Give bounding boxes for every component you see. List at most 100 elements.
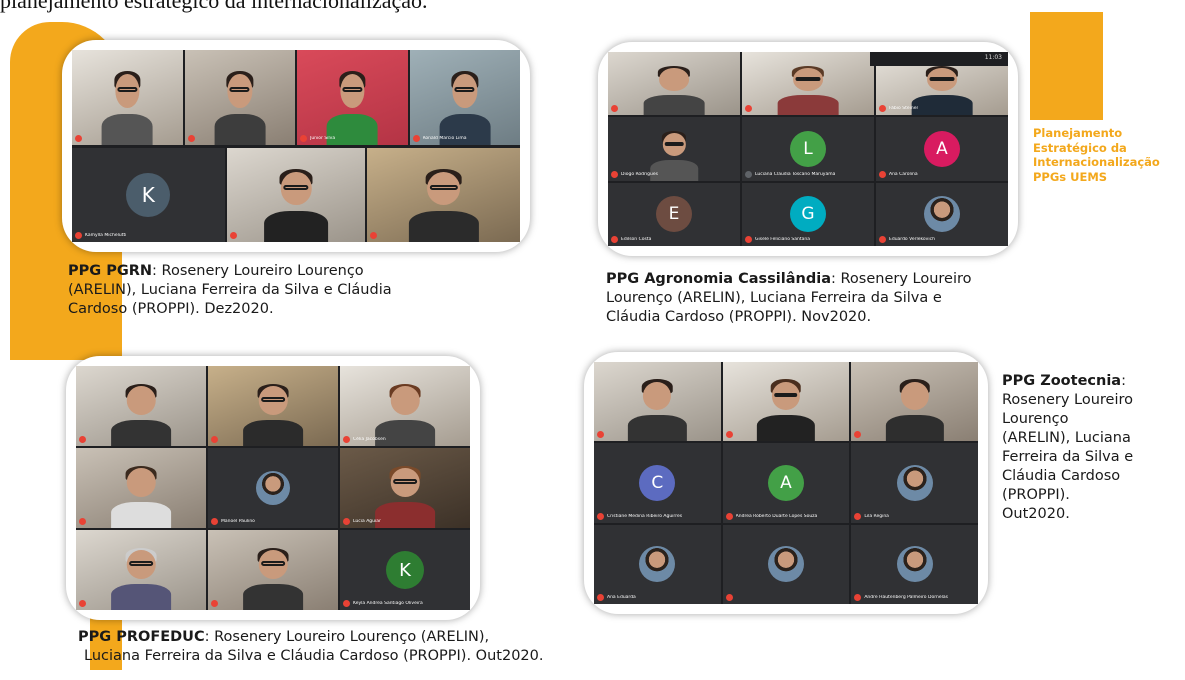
mic-off-icon <box>854 594 862 601</box>
mic-off-icon <box>79 600 86 607</box>
participant-tile[interactable]: Manoel Paulino <box>208 448 338 528</box>
participant-tile[interactable]: A Andrea Roberto Duarte Lopes Souza <box>722 443 850 523</box>
participant-video <box>439 70 491 145</box>
caption-text: Cláudia Cardoso (PROPPI). Nov2020. <box>606 309 872 325</box>
participant-tile[interactable]: L Luciana Claudia Toscano Maruyama <box>742 117 874 181</box>
participant-tile[interactable]: K Keyla Andrea Santiago Oliveira <box>340 530 470 610</box>
caption-title: PPG Agronomia Cassilândia <box>606 271 831 287</box>
participant-tile[interactable] <box>76 366 206 446</box>
mic-off-icon <box>879 105 886 113</box>
mic-off-icon <box>412 135 420 142</box>
participant-tile[interactable] <box>226 148 366 242</box>
participant-tile[interactable] <box>184 50 295 145</box>
participant-name: Gisele Feliciano Santana <box>755 236 811 242</box>
participant-video <box>628 379 687 442</box>
participant-tile[interactable] <box>722 524 850 604</box>
participant-tile[interactable]: E Edilson Costa <box>608 182 740 246</box>
meeting-screenshot-zootecnia: C Cristiane Medina Ribeiro Aguirres A An… <box>584 352 988 614</box>
mic-off-icon <box>597 594 604 601</box>
participant-avatar: A <box>767 464 804 501</box>
mic-off-icon <box>79 518 86 525</box>
participant-name: Diogo Rodrigues <box>621 171 658 177</box>
mic-off-icon <box>75 135 82 142</box>
participant-photo <box>924 196 960 233</box>
participant-photo <box>896 464 933 501</box>
participant-tile[interactable]: Ana Eduarda <box>594 524 721 604</box>
caption-text: (PROPPI). <box>1002 487 1070 503</box>
participant-tile[interactable]: C Cristiane Medina Ribeiro Aguirres <box>594 443 721 523</box>
caption-text: : Rosenery Loureiro <box>830 271 972 287</box>
mic-off-icon <box>725 431 733 439</box>
orange-decor-square <box>1030 12 1103 120</box>
participant-avatar: K <box>126 173 171 217</box>
caption-text: Rosenery Loureiro <box>1002 392 1134 408</box>
participant-video <box>111 465 171 528</box>
mic-off-icon <box>745 105 752 113</box>
participant-avatar: K <box>386 551 424 589</box>
participant-name: Manoel Paulino <box>221 519 255 524</box>
participant-tile[interactable]: Junior Silva <box>297 50 408 145</box>
caption-text: Out2020. <box>1002 506 1070 522</box>
participant-name: Andre Hautenberg Palmeiro Dornelas <box>864 595 948 600</box>
participant-tile[interactable] <box>742 52 874 116</box>
participant-name: Andrea Roberto Duarte Lopes Souza <box>735 513 818 519</box>
participant-tile[interactable] <box>72 50 183 145</box>
mic-off-icon <box>229 232 237 239</box>
brand-line: PPGs UEMS <box>1033 169 1108 184</box>
participant-tile[interactable] <box>608 52 740 116</box>
participant-tile[interactable] <box>76 530 206 610</box>
participant-tile[interactable] <box>208 530 338 610</box>
mic-off-icon <box>75 232 82 239</box>
meeting-screenshot-pgrn: Junior Silva Ronald Marcio Lima K Kamyll… <box>62 40 530 252</box>
participant-tile[interactable] <box>367 148 520 242</box>
participant-tile[interactable] <box>208 366 338 446</box>
caption-text: : Rosenery Loureiro Lourenço <box>152 263 364 279</box>
participant-tile[interactable]: Andre Hautenberg Palmeiro Dornelas <box>851 524 978 604</box>
mic-off-icon <box>611 235 618 243</box>
mic-off-icon <box>187 135 195 142</box>
participant-avatar: A <box>924 130 960 167</box>
phone-status-bar: 11:03 <box>870 52 1008 66</box>
brand-line: Estratégico da <box>1033 140 1127 155</box>
participant-video <box>101 70 153 145</box>
caption-text: : Rosenery Loureiro Lourenço (ARELIN), <box>204 629 490 645</box>
caption-text: Ferreira da Silva e <box>1002 449 1134 465</box>
participant-video <box>326 70 378 145</box>
caption-text: Cardoso (PROPPI). Dez2020. <box>68 301 274 317</box>
mic-off-icon <box>611 170 618 178</box>
mic-off-icon <box>300 135 307 142</box>
participant-tile[interactable] <box>594 362 721 442</box>
participant-tile[interactable]: Lúcia Aguiar <box>340 448 470 528</box>
participant-video <box>408 168 479 242</box>
participant-tile[interactable] <box>722 362 850 442</box>
participant-photo <box>896 546 933 583</box>
participant-avatar: E <box>656 196 692 233</box>
participant-tile[interactable] <box>851 362 978 442</box>
mic-off-icon <box>211 436 218 443</box>
participant-video <box>643 65 705 116</box>
caption-text: (ARELIN), Luciana Ferreira da Silva e Cl… <box>68 282 392 298</box>
participant-tile[interactable] <box>76 448 206 528</box>
participant-tile[interactable]: Lila Regina <box>851 443 978 523</box>
participant-photo <box>767 546 804 583</box>
participant-tile[interactable]: Célia Jacobsen <box>340 366 470 446</box>
participant-name: Célia Jacobsen <box>353 437 386 442</box>
participant-avatar: C <box>639 464 676 501</box>
caption-title: PPG PGRN <box>68 263 153 279</box>
participant-tile[interactable]: Diogo Rodrigues <box>608 117 740 181</box>
participant-tile[interactable]: Eduardo Verlekovich <box>876 182 1008 246</box>
participant-name: Cristiane Medina Ribeiro Aguirres <box>607 513 683 519</box>
participant-tile[interactable]: G Gisele Feliciano Santana <box>742 182 874 246</box>
mic-off-icon <box>211 518 218 525</box>
participant-name: Junior Silva <box>310 136 336 141</box>
caption-agronomia: PPG Agronomia Cassilândia: Rosenery Lour… <box>606 270 972 327</box>
mic-off-icon <box>343 436 350 443</box>
participant-tile[interactable]: Ronald Marcio Lima <box>409 50 520 145</box>
mic-off-icon <box>597 512 604 520</box>
caption-text: : <box>1121 373 1126 389</box>
caption-profeduc: PPG PROFEDUC: Rosenery Loureiro Lourenço… <box>78 628 543 666</box>
participant-video <box>375 465 435 528</box>
participant-tile[interactable]: K Kamylla Michelutti <box>72 148 225 242</box>
brand-line: Planejamento <box>1033 126 1123 140</box>
participant-tile[interactable]: A Ana Carolina <box>876 117 1008 181</box>
